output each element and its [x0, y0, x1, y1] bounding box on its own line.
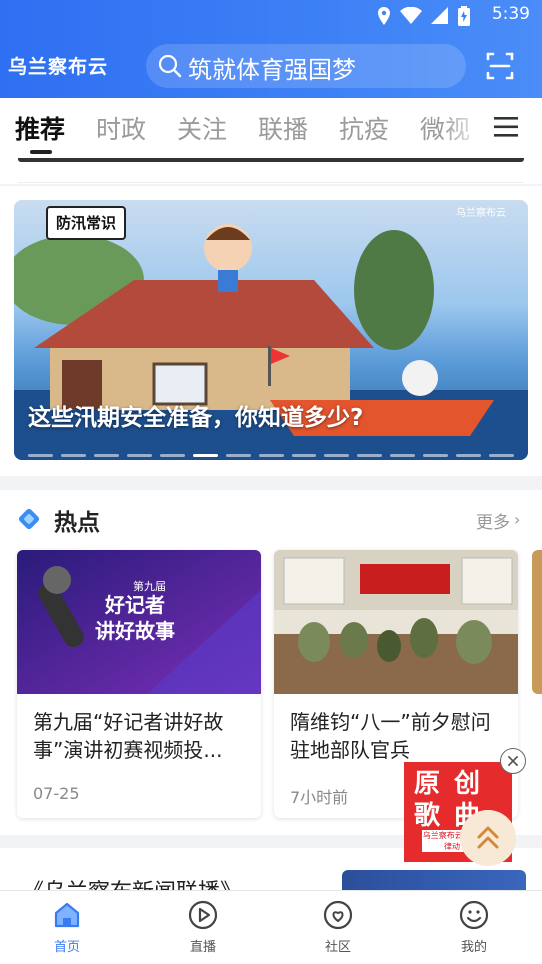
banner-dot[interactable] [390, 454, 416, 457]
hot-section-title: 热点 [54, 510, 100, 536]
banner-dot[interactable] [126, 454, 152, 457]
banner-brand: 乌兰察布云 [456, 208, 506, 219]
nav-label: 社区 [324, 940, 351, 955]
app-logo: 乌兰察布云 [8, 56, 109, 78]
banner-pagination [28, 454, 515, 458]
banner-dot[interactable] [456, 454, 482, 457]
banner-dot[interactable] [225, 454, 251, 457]
banner-dot[interactable] [423, 454, 449, 457]
profile-icon [459, 900, 489, 930]
previous-item-edge [0, 158, 542, 184]
banner-dot[interactable] [60, 454, 86, 457]
banner-dot[interactable] [159, 454, 185, 457]
signal-icon [431, 7, 449, 29]
nav-community[interactable]: 社区 [298, 899, 378, 955]
banner-caption: 这些汛期安全准备，你知道多少? [28, 405, 364, 431]
close-icon[interactable] [500, 748, 526, 774]
banner-dot[interactable] [357, 454, 383, 457]
card-title: 隋维钧“八一”前夕慰问驻地部队官兵 [290, 710, 491, 762]
back-to-top-icon[interactable] [460, 810, 516, 866]
tab-broadcast[interactable]: 联播 [258, 110, 308, 146]
thumb-text: 好记者 [104, 593, 165, 617]
tab-recommend[interactable]: 推荐 [15, 110, 65, 146]
card-time: 07-25 [33, 784, 80, 803]
chevron-right-icon[interactable]: › [514, 510, 520, 529]
banner-dot[interactable] [192, 454, 218, 457]
nav-label: 直播 [189, 940, 216, 955]
search-bar[interactable]: 筑就体育强国梦 [146, 44, 466, 88]
hot-card[interactable]: 第九届 好记者 讲好故事 第九届“好记者讲好故事”演讲初赛视频投... 07-2… [17, 550, 261, 818]
hot-card-peek[interactable] [532, 550, 542, 694]
app-header: 5:39 乌兰察布云 筑就体育强国梦 [0, 0, 542, 98]
channel-menu-icon[interactable] [494, 116, 518, 138]
bottom-navigation: 首页 直播 社区 我的 [0, 890, 542, 964]
home-icon [54, 902, 80, 928]
banner-dot[interactable] [93, 454, 119, 457]
more-link[interactable]: 更多 [476, 508, 510, 533]
thumb-text: 第九届 [133, 579, 166, 593]
wifi-icon [400, 6, 422, 29]
tab-fade [440, 98, 488, 158]
nav-profile[interactable]: 我的 [434, 899, 514, 955]
banner-dot[interactable] [28, 454, 53, 457]
status-time: 5:39 [491, 4, 530, 24]
card-thumbnail: 第九届 好记者 讲好故事 [17, 550, 261, 694]
channel-tabs: 推荐 时政 关注 联播 抗疫 微视 [0, 98, 542, 158]
location-icon [377, 7, 391, 29]
play-icon [188, 900, 218, 930]
search-placeholder: 筑就体育强国梦 [188, 56, 356, 84]
banner-dot[interactable] [258, 454, 284, 457]
card-title: 第九届“好记者讲好故事”演讲初赛视频投... [33, 710, 224, 762]
hot-section-icon [18, 508, 40, 530]
tab-epidemic[interactable]: 抗疫 [339, 110, 389, 146]
nav-home[interactable]: 首页 [27, 899, 107, 955]
scan-icon[interactable] [480, 46, 520, 86]
community-icon [323, 900, 353, 930]
card-time: 7小时前 [290, 788, 349, 807]
card-thumbnail [274, 550, 518, 694]
battery-icon [458, 6, 470, 30]
tab-follow[interactable]: 关注 [177, 110, 227, 146]
nav-label: 首页 [53, 940, 80, 955]
search-icon [158, 54, 182, 78]
tab-politics[interactable]: 时政 [96, 110, 146, 146]
nav-live[interactable]: 直播 [163, 899, 243, 955]
banner-section: 防汛常识 乌兰察布云 这些汛期安全准备，你知道多少? [0, 186, 542, 476]
status-icons [377, 6, 470, 30]
banner-dot[interactable] [291, 454, 317, 457]
banner-dot[interactable] [324, 454, 350, 457]
status-bar: 5:39 [0, 0, 542, 30]
banner-carousel[interactable]: 防汛常识 乌兰察布云 这些汛期安全准备，你知道多少? [14, 200, 528, 460]
thumb-text: 讲好故事 [95, 619, 175, 643]
tab-active-indicator [30, 150, 52, 154]
nav-label: 我的 [460, 940, 487, 955]
banner-badge: 防汛常识 [46, 206, 126, 240]
banner-dot[interactable] [489, 454, 515, 457]
